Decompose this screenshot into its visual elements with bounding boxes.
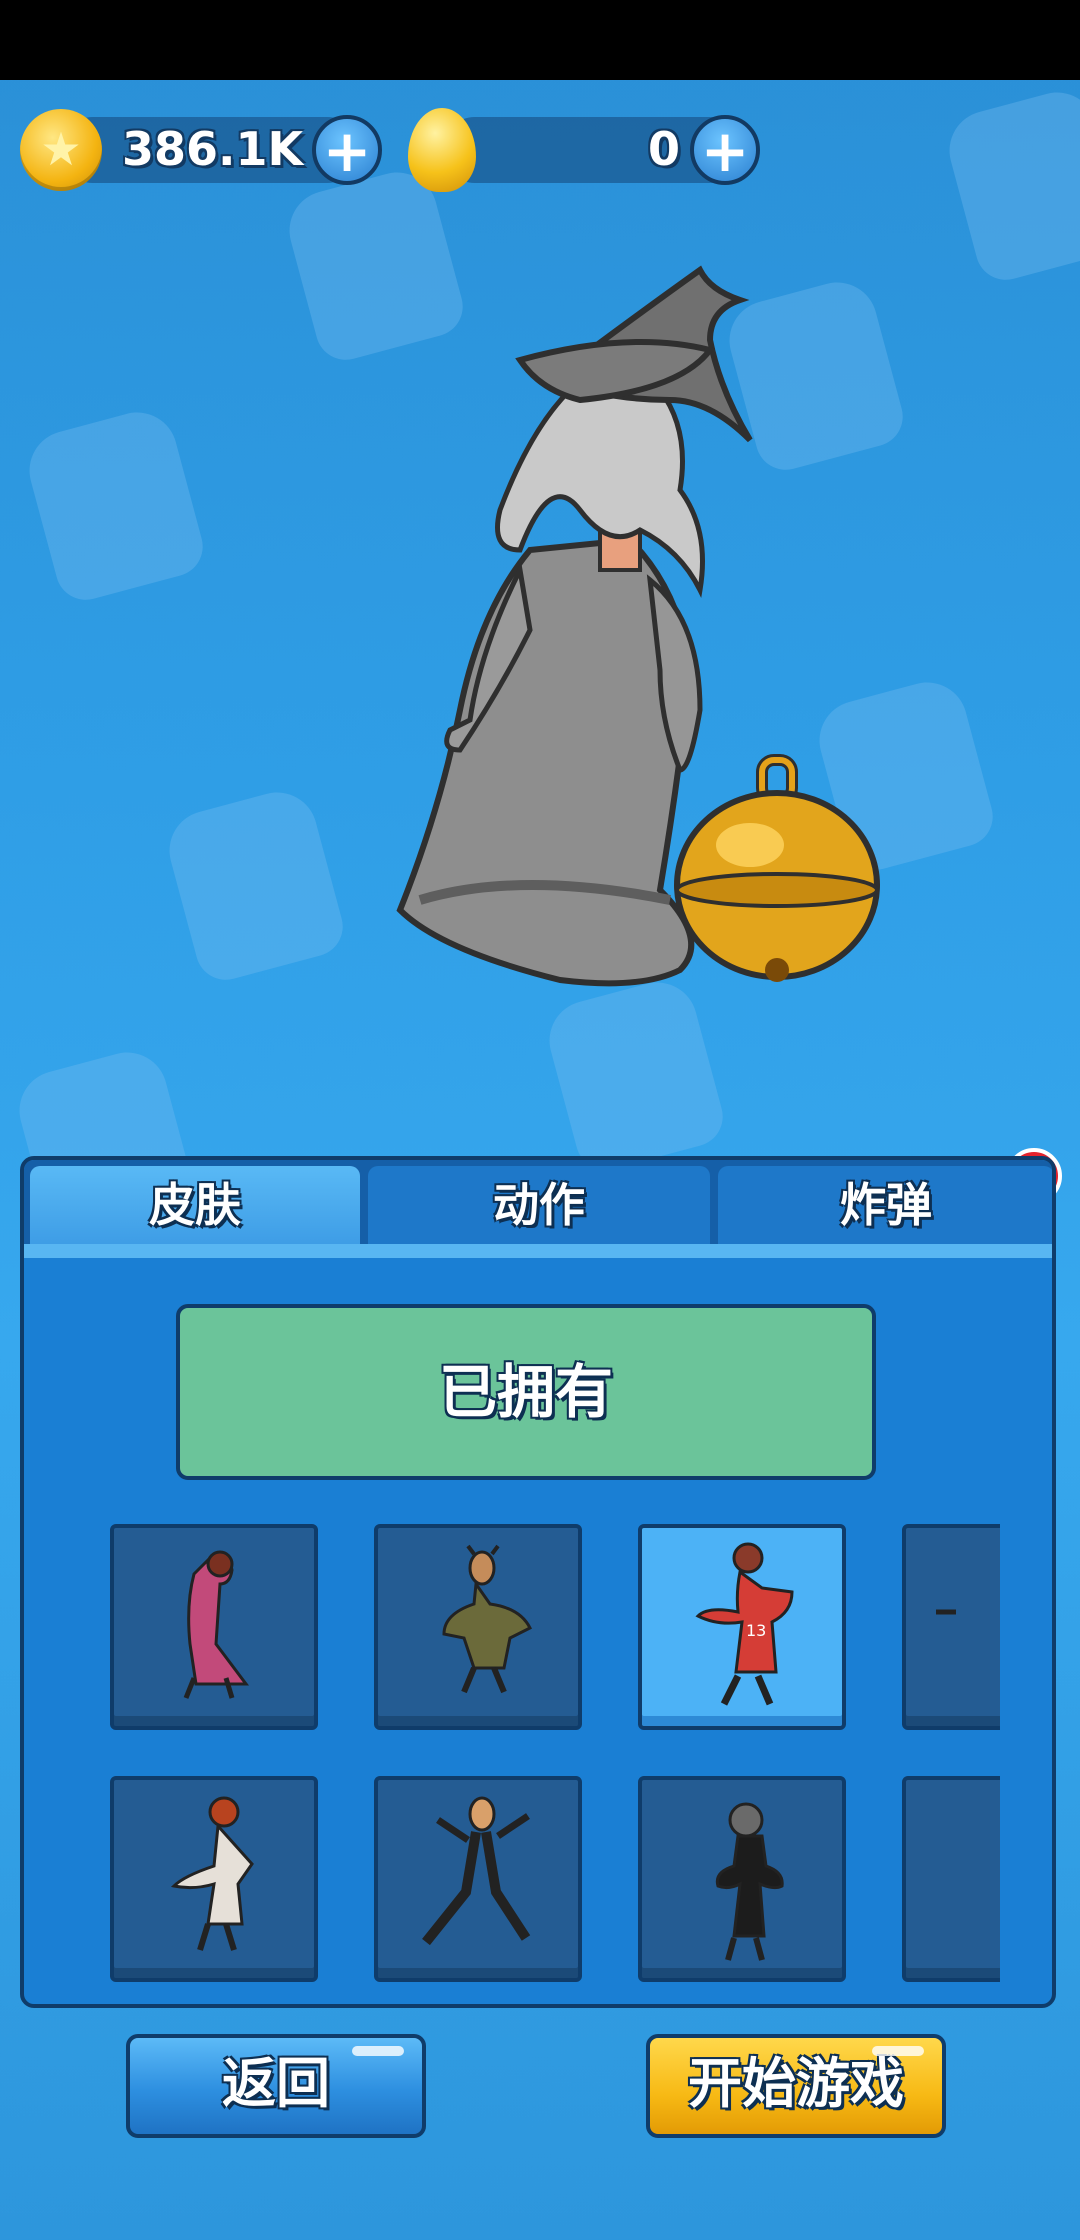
skin-slot[interactable] <box>902 1524 1000 1730</box>
skin-slot-selected[interactable]: 13 <box>638 1524 846 1730</box>
button-shine <box>352 2046 404 2056</box>
owned-status-button[interactable]: 已拥有 <box>176 1304 876 1480</box>
bell-bomb-icon <box>674 754 880 982</box>
start-game-button[interactable]: 开始游戏 <box>646 2034 946 2138</box>
tab-action[interactable]: 动作 <box>368 1166 710 1244</box>
background-ghost-decoration <box>940 83 1080 287</box>
skin-hidden-figure <box>906 1780 1000 1984</box>
button-shine <box>872 2046 924 2056</box>
skin-redhead-figure <box>170 1796 254 1951</box>
start-game-button-label: 开始游戏 <box>688 2052 904 2115</box>
skin-slot[interactable] <box>374 1776 582 1982</box>
egg-amount: 0 <box>648 122 681 176</box>
skin-slot[interactable] <box>374 1524 582 1730</box>
skin-grid: 13 <box>110 1524 1000 1984</box>
tab-underline <box>24 1244 1052 1258</box>
skin-slot[interactable] <box>110 1776 318 1982</box>
skin-soldier-figure <box>442 1544 533 1694</box>
skin-slot[interactable] <box>110 1524 318 1730</box>
skin-slot[interactable] <box>638 1776 846 1982</box>
tab-skin[interactable]: 皮肤 <box>30 1166 360 1244</box>
background-ghost-decoration <box>160 783 350 987</box>
skin-basketball-figure: 13 <box>695 1542 794 1706</box>
customization-panel: 皮肤 动作 炸弹 已拥有 13 <box>20 1156 1056 2008</box>
egg-counter: 0 + <box>408 108 768 192</box>
coin-counter: ★ 386.1K + <box>20 109 390 191</box>
gold-coin-icon: ★ <box>20 109 102 191</box>
skin-hidden-figure <box>936 1609 956 1615</box>
add-eggs-button[interactable]: + <box>690 115 760 185</box>
back-button[interactable]: 返回 <box>126 2034 426 2138</box>
tab-bomb[interactable]: 炸弹 <box>718 1166 1052 1244</box>
coin-amount: 386.1K <box>122 122 304 176</box>
skin-dark-suit-figure <box>715 1802 784 1961</box>
back-button-label: 返回 <box>222 2052 330 2115</box>
skin-dancer-figure <box>422 1796 531 1946</box>
skin-slot[interactable] <box>902 1776 1000 1982</box>
jersey-number: 13 <box>746 1621 766 1640</box>
status-bar <box>0 0 1080 80</box>
background-ghost-decoration <box>20 403 210 607</box>
skin-red-robe-figure <box>183 1550 249 1699</box>
add-coins-button[interactable]: + <box>312 115 382 185</box>
wizard-character-illustration <box>396 265 880 987</box>
character-preview[interactable] <box>380 250 920 1010</box>
